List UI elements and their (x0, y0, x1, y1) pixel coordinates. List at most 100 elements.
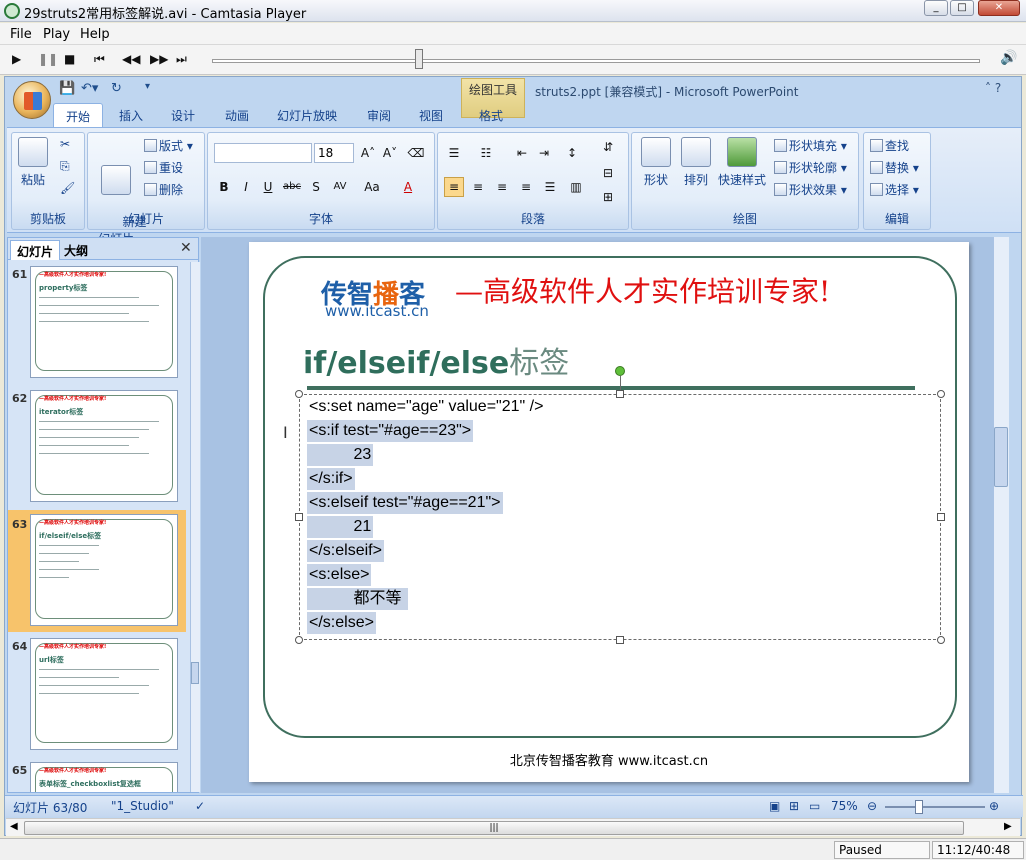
paste-button[interactable]: 粘贴 (16, 137, 50, 188)
shapes-button[interactable]: 形状 (636, 137, 676, 188)
undo-icon[interactable]: ↶▾ (81, 81, 98, 96)
menu-file[interactable]: File (10, 27, 32, 42)
tab-animation[interactable]: 动画 (225, 107, 249, 124)
slide-thumbnail-65[interactable]: 65 —高级软件人才实作培训专家! 表单标签_checkboxlist复选框 (8, 762, 186, 792)
zoom-slider[interactable] (885, 806, 985, 808)
minimize-button[interactable]: _ (924, 0, 948, 16)
char-spacing-icon[interactable]: AV (330, 177, 350, 197)
copy-icon[interactable]: ⎘ (60, 159, 70, 174)
slide-canvas[interactable]: 传智播客 www.itcast.cn —高级软件人才实作培训专家! if/els… (249, 242, 969, 782)
thumbnail-scrollbar[interactable] (190, 262, 200, 792)
reset-button[interactable]: 重设 (144, 159, 183, 176)
arrange-button[interactable]: 排列 (678, 137, 714, 188)
stop-icon[interactable]: ■ (64, 52, 75, 66)
menu-help[interactable]: Help (80, 27, 110, 42)
tab-insert[interactable]: 插入 (119, 107, 143, 124)
columns-icon[interactable]: ▥ (566, 177, 586, 197)
maximize-button[interactable]: □ (950, 0, 974, 16)
zoom-out-icon[interactable]: ⊖ (867, 799, 877, 813)
resize-handle-br[interactable] (937, 636, 945, 644)
resize-handle-tl[interactable] (295, 390, 303, 398)
scroll-left-icon[interactable]: ◀ (10, 821, 18, 832)
volume-icon[interactable]: 🔊 (1000, 50, 1017, 66)
align-left-icon[interactable]: ≡ (444, 177, 464, 197)
spell-check-icon[interactable]: ✓ (195, 799, 205, 813)
replace-button[interactable]: 替换 ▾ (870, 159, 919, 176)
line-spacing-icon[interactable]: ↕ (562, 143, 582, 163)
cut-icon[interactable]: ✂ (60, 137, 70, 151)
shape-effects-button[interactable]: 形状效果 ▾ (774, 181, 847, 198)
select-button[interactable]: 选择 ▾ (870, 181, 919, 198)
tab-slides[interactable]: 幻灯片 (10, 240, 60, 260)
quick-styles-button[interactable]: 快速样式 (716, 137, 768, 188)
align-text-icon[interactable]: ⊟ (598, 163, 618, 183)
resize-handle-bl[interactable] (295, 636, 303, 644)
align-right-icon[interactable]: ≡ (492, 177, 512, 197)
bold-icon[interactable]: B (214, 177, 234, 197)
skip-start-icon[interactable]: ⏮ (94, 52, 105, 67)
increase-indent-icon[interactable]: ⇥ (534, 143, 554, 163)
tab-outline[interactable]: 大纲 (64, 242, 88, 259)
close-pane-icon[interactable]: ✕ (180, 240, 192, 256)
resize-handle-b[interactable] (616, 636, 624, 644)
resize-handle-tr[interactable] (937, 390, 945, 398)
font-size-combo[interactable]: 18 (314, 143, 354, 163)
pause-icon[interactable]: ❚❚ (38, 52, 58, 66)
underline-icon[interactable]: U (258, 177, 278, 197)
rotation-handle[interactable] (615, 366, 625, 376)
customize-qat-icon[interactable]: ▾ (145, 81, 150, 92)
scroll-right-icon[interactable]: ▶ (1004, 821, 1012, 832)
numbering-icon[interactable]: ☷ (476, 143, 496, 163)
font-name-combo[interactable] (214, 143, 312, 163)
italic-icon[interactable]: I (236, 177, 256, 197)
rewind-icon[interactable]: ◀◀ (122, 52, 140, 66)
clear-format-icon[interactable]: ⌫ (406, 143, 426, 163)
zoom-in-icon[interactable]: ⊕ (989, 799, 999, 813)
tab-slideshow[interactable]: 幻灯片放映 (277, 107, 337, 124)
delete-slide-button[interactable]: 删除 (144, 181, 183, 198)
slide-thumbnail-64[interactable]: 64 —高级软件人才实作培训专家! url标签 (8, 638, 186, 754)
distributed-icon[interactable]: ☰ (540, 177, 560, 197)
horizontal-scroll-thumb[interactable]: ||| (24, 821, 964, 835)
bullets-icon[interactable]: ☰ (444, 143, 464, 163)
redo-icon[interactable]: ↻ (111, 81, 122, 96)
slide-thumbnail-62[interactable]: 62 —高级软件人才实作培训专家! iterator标签 (8, 390, 186, 506)
zoom-level[interactable]: 75% (831, 799, 858, 813)
tab-format[interactable]: 格式 (479, 107, 503, 124)
strikethrough-icon[interactable]: abc (282, 177, 302, 197)
skip-end-icon[interactable]: ⏭ (176, 52, 187, 67)
tab-view[interactable]: 视图 (419, 107, 443, 124)
slide-scroll-thumb[interactable] (994, 427, 1008, 487)
zoom-slider-thumb[interactable] (915, 800, 923, 814)
play-icon[interactable]: ▶ (12, 52, 21, 66)
seek-track[interactable] (212, 59, 980, 63)
shape-fill-button[interactable]: 形状填充 ▾ (774, 137, 847, 154)
shrink-font-icon[interactable]: A˅ (380, 143, 400, 163)
grow-font-icon[interactable]: A˄ (358, 143, 378, 163)
sorter-view-icon[interactable]: ⊞ (789, 799, 799, 813)
menu-play[interactable]: Play (43, 27, 70, 42)
text-direction-icon[interactable]: ⇵ (598, 137, 618, 157)
justify-icon[interactable]: ≡ (516, 177, 536, 197)
slide-thumbnail-63[interactable]: 63 —高级软件人才实作培训专家! if/elseif/else标签 (8, 510, 186, 632)
align-center-icon[interactable]: ≡ (468, 177, 488, 197)
slide-heading[interactable]: if/elseif/else标签 (303, 338, 569, 382)
fast-forward-icon[interactable]: ▶▶ (150, 52, 168, 66)
shadow-icon[interactable]: S (306, 177, 326, 197)
shape-outline-button[interactable]: 形状轮廓 ▾ (774, 159, 847, 176)
layout-button[interactable]: 版式 ▾ (144, 137, 193, 154)
slideshow-view-icon[interactable]: ▭ (809, 799, 820, 813)
player-horizontal-scrollbar[interactable]: ◀ ||| ▶ (6, 818, 1020, 836)
normal-view-icon[interactable]: ▣ (769, 799, 780, 813)
decrease-indent-icon[interactable]: ⇤ (512, 143, 532, 163)
save-icon[interactable]: 💾 (59, 81, 75, 96)
tab-design[interactable]: 设计 (171, 107, 195, 124)
format-painter-icon[interactable]: 🖌 (60, 181, 75, 195)
tab-review[interactable]: 审阅 (367, 107, 391, 124)
close-button[interactable]: ✕ (978, 0, 1020, 16)
find-button[interactable]: 查找 (870, 137, 909, 154)
slide-thumbnail-61[interactable]: 61 —高级软件人才实作培训专家! property标签 (8, 266, 186, 382)
resize-handle-l[interactable] (295, 513, 303, 521)
seek-thumb[interactable] (415, 49, 424, 69)
help-icon[interactable]: ˄ ? (985, 81, 1001, 95)
